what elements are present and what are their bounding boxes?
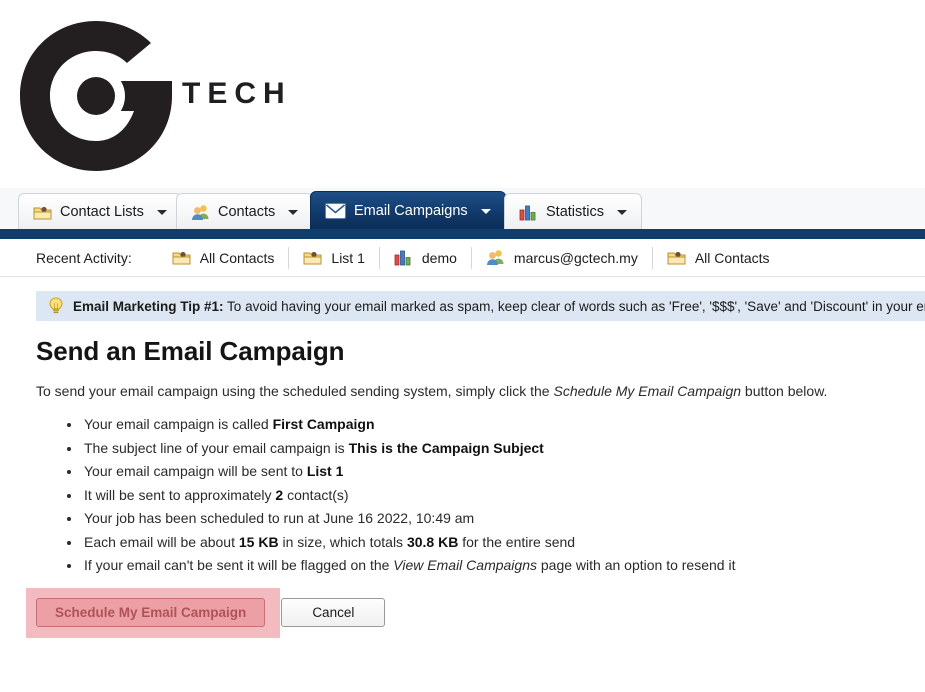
summary-value: 15 KB (238, 533, 279, 550)
contact-list-folder-icon (33, 204, 52, 221)
summary-text: Each email will be about (84, 533, 239, 550)
tip-banner-body: To avoid having your email marked as spa… (223, 298, 925, 314)
summary-value: List 1 (306, 463, 344, 479)
recent-item-label: List 1 (331, 249, 365, 266)
list-item: Each email will be about 15 KB in size, … (82, 531, 916, 555)
list-item: It will be sent to approximately 2 conta… (82, 484, 916, 508)
app-page: TECH Contact Lists Contacts Email Campai… (0, 0, 925, 692)
tab-label: Email Campaigns (354, 203, 468, 219)
brand-header: TECH (0, 0, 925, 188)
summary-text-tail: page with an option to resend it (537, 557, 736, 573)
list-item: Your email campaign will be sent to List… (82, 460, 916, 484)
recent-item-all-contacts-1[interactable]: All Contacts (158, 246, 290, 269)
brand-wordmark: TECH (182, 77, 292, 110)
chevron-down-icon[interactable] (156, 209, 167, 215)
recent-activity-label: Recent Activity: (36, 249, 132, 266)
summary-text: Your job has been scheduled to run at Ju… (84, 510, 475, 526)
contact-list-folder-icon (172, 249, 191, 266)
recent-item-all-contacts-2[interactable]: All Contacts (653, 247, 784, 269)
contacts-people-icon (191, 204, 210, 221)
chevron-down-icon[interactable] (617, 209, 628, 215)
chevron-down-icon[interactable] (288, 209, 299, 215)
lightbulb-icon (48, 297, 64, 315)
list-item: Your email campaign is called First Camp… (82, 413, 916, 437)
recent-item-marcus-email[interactable]: marcus@gctech.my (472, 246, 653, 269)
email-marketing-tip-banner: Email Marketing Tip #1: To avoid having … (36, 291, 925, 321)
list-item: If your email can't be sent it will be f… (82, 554, 916, 578)
list-item: The subject line of your email campaign … (82, 437, 916, 461)
gtech-g-logo-icon (14, 17, 178, 175)
summary-text: If your email can't be sent it will be f… (84, 557, 394, 573)
tab-label: Statistics (546, 204, 605, 220)
intro-emphasis: Schedule My Email Campaign (553, 383, 742, 399)
schedule-my-email-campaign-button[interactable]: Schedule My Email Campaign (36, 598, 266, 627)
action-button-row: Schedule My Email Campaign Cancel (36, 598, 386, 627)
navigation-accent-bar (0, 229, 925, 239)
recent-item-demo[interactable]: demo (380, 246, 472, 269)
intro-text-after: button below. (741, 383, 828, 399)
summary-text: It will be sent to approximately (84, 486, 276, 503)
summary-value: First Campaign (272, 416, 375, 432)
main-content: Send an Email Campaign To send your emai… (36, 336, 916, 578)
bar-chart-icon (519, 204, 538, 221)
contacts-people-icon (486, 249, 505, 266)
summary-text: Your email campaign will be sent to (84, 463, 307, 479)
contact-list-folder-icon (667, 249, 686, 266)
intro-paragraph: To send your email campaign using the sc… (36, 383, 916, 399)
chevron-down-icon[interactable] (480, 208, 491, 214)
recent-item-label: All Contacts (199, 249, 275, 266)
summary-text: Your email campaign is called (84, 416, 273, 432)
contact-list-folder-icon (303, 249, 322, 266)
summary-link-text: View Email Campaigns (393, 557, 537, 573)
tab-label: Contacts (218, 204, 276, 220)
summary-text-tail: contact(s) (283, 486, 349, 503)
tip-banner-title: Email Marketing Tip #1: (73, 298, 224, 314)
tab-statistics[interactable]: Statistics (504, 193, 643, 230)
bar-chart-icon (394, 249, 413, 266)
recent-activity-bar: Recent Activity: All Contacts List 1 dem… (0, 239, 925, 277)
main-tab-bar: Contact Lists Contacts Email Campaigns S… (0, 188, 925, 230)
recent-item-list-1[interactable]: List 1 (289, 246, 380, 269)
summary-text: The subject line of your email campaign … (84, 439, 349, 456)
recent-item-label: demo (421, 249, 457, 266)
summary-value: This is the Campaign Subject (348, 439, 544, 456)
campaign-summary-list: Your email campaign is called First Camp… (36, 413, 916, 578)
envelope-icon (325, 203, 346, 219)
recent-item-label: All Contacts (694, 249, 770, 266)
tip-banner-text: Email Marketing Tip #1: To avoid having … (73, 299, 925, 314)
summary-text-tail: for the entire send (458, 533, 576, 550)
page-title: Send an Email Campaign (36, 336, 345, 366)
summary-value-2: 30.8 KB (406, 533, 459, 550)
intro-text-before: To send your email campaign using the sc… (36, 383, 554, 399)
summary-text-mid: in size, which totals (278, 533, 407, 550)
tab-label: Contact Lists (60, 204, 144, 220)
tab-email-campaigns[interactable]: Email Campaigns (310, 191, 506, 230)
cancel-button[interactable]: Cancel (281, 598, 386, 627)
tab-contact-lists[interactable]: Contact Lists (18, 193, 182, 230)
recent-item-label: marcus@gctech.my (513, 249, 638, 266)
tab-contacts[interactable]: Contacts (176, 193, 314, 230)
list-item: Your job has been scheduled to run at Ju… (82, 507, 916, 531)
